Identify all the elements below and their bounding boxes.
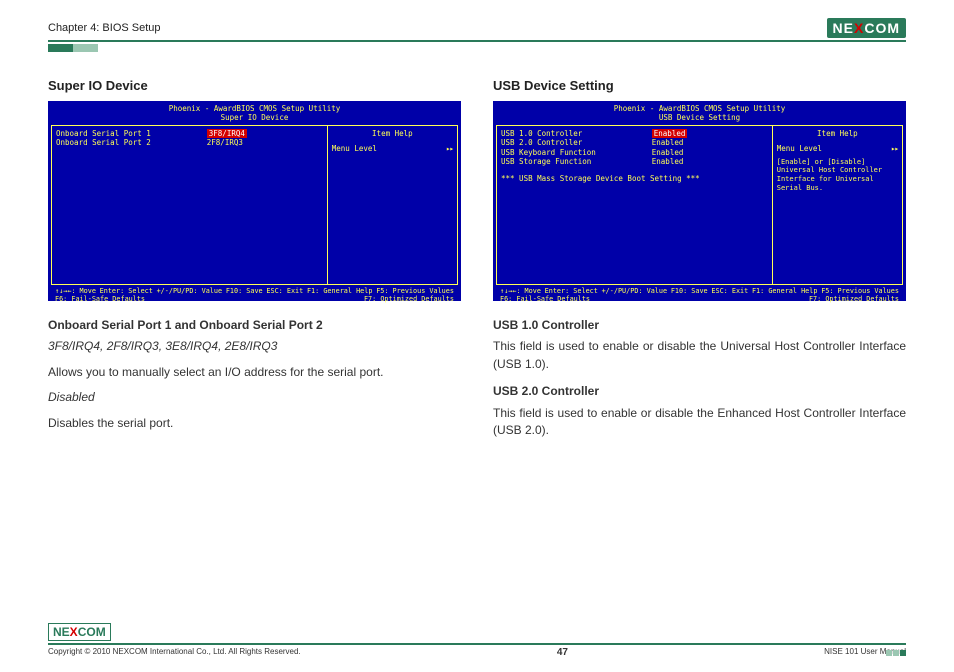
- bios-title-line2: Super IO Device: [51, 113, 458, 122]
- bios-key-hint: F7: Optimized Defaults: [809, 295, 899, 303]
- bios-key-hint: F10: Save: [671, 287, 708, 295]
- left-column: Super IO Device Phoenix - AwardBIOS CMOS…: [48, 78, 461, 447]
- bios-setting-row[interactable]: Onboard Serial Port 13F8/IRQ4: [56, 129, 323, 138]
- item-help-label: Item Help: [332, 129, 453, 138]
- usb-device-heading: USB Device Setting: [493, 78, 906, 93]
- chevron-double-right-icon: ▸▸: [891, 144, 898, 153]
- bios-key-hint: F6: Fail-Safe Defaults: [500, 295, 590, 303]
- bios-inner-frame: USB 1.0 ControllerEnabledUSB 2.0 Control…: [496, 125, 903, 285]
- bios-screen-super-io: Phoenix - AwardBIOS CMOS Setup Utility S…: [48, 101, 461, 301]
- tab-strip-decoration: [48, 44, 98, 52]
- setting-label: USB Storage Function: [501, 157, 652, 166]
- super-io-heading: Super IO Device: [48, 78, 461, 93]
- footer-decoration-icon: [886, 650, 906, 656]
- bios-key-hint: +/-/PU/PD: Value: [602, 287, 667, 295]
- bios-title-line1: Phoenix - AwardBIOS CMOS Setup Utility: [496, 104, 903, 113]
- footer-brand-logo: NEXCOM: [48, 623, 111, 641]
- chevron-double-right-icon: ▸▸: [446, 144, 453, 153]
- bios-settings-pane: Onboard Serial Port 13F8/IRQ4Onboard Ser…: [52, 126, 328, 284]
- brand-logo: NEXCOM: [827, 18, 906, 38]
- bios-key-hint: F1: General Help: [307, 287, 372, 295]
- bios-setting-row[interactable]: USB Storage FunctionEnabled: [501, 157, 768, 166]
- bios-key-hint: ↑↓→←: Move: [55, 287, 96, 295]
- disabled-label: Disabled: [48, 389, 461, 406]
- bios-key-hint: +/-/PU/PD: Value: [157, 287, 222, 295]
- bios-key-hint: ↑↓→←: Move: [500, 287, 541, 295]
- usb1-desc: This field is used to enable or disable …: [493, 338, 906, 373]
- copyright-text: Copyright © 2010 NEXCOM International Co…: [48, 647, 301, 658]
- menu-level-row: Menu Level ▸▸: [777, 144, 898, 153]
- right-body-text: USB 1.0 Controller This field is used to…: [493, 317, 906, 439]
- serial-options-list: 3F8/IRQ4, 2F8/IRQ3, 3E8/IRQ4, 2E8/IRQ3: [48, 338, 461, 355]
- bios-key-hint: Enter: Select: [545, 287, 598, 295]
- bios-setting-row[interactable]: Onboard Serial Port 22F8/IRQ3: [56, 138, 323, 147]
- bios-title-line2: USB Device Setting: [496, 113, 903, 122]
- page-footer: NEXCOM Copyright © 2010 NEXCOM Internati…: [48, 623, 906, 658]
- setting-value[interactable]: Enabled: [652, 129, 768, 138]
- bios-footer-keys: ↑↓→←: Move Enter: Select +/-/PU/PD: Value F…: [51, 285, 458, 304]
- bios-key-hint: F7: Optimized Defaults: [364, 295, 454, 303]
- bios-settings-pane: USB 1.0 ControllerEnabledUSB 2.0 Control…: [497, 126, 773, 284]
- usb-boot-note: *** USB Mass Storage Device Boot Setting…: [501, 174, 768, 183]
- disabled-desc: Disables the serial port.: [48, 415, 461, 432]
- usb2-heading: USB 2.0 Controller: [493, 383, 906, 400]
- bios-screen-usb: Phoenix - AwardBIOS CMOS Setup Utility U…: [493, 101, 906, 301]
- bios-key-hint: ESC: Exit: [266, 287, 303, 295]
- setting-value[interactable]: 3F8/IRQ4: [207, 129, 323, 138]
- setting-label: USB 1.0 Controller: [501, 129, 652, 138]
- chapter-title: Chapter 4: BIOS Setup: [48, 22, 161, 34]
- bios-key-hint: ESC: Exit: [711, 287, 748, 295]
- bios-key-hint: F6: Fail-Safe Defaults: [55, 295, 145, 303]
- bios-key-hint: Enter: Select: [100, 287, 153, 295]
- bios-key-hint: F1: General Help: [752, 287, 817, 295]
- usb1-heading: USB 1.0 Controller: [493, 317, 906, 334]
- setting-label: USB 2.0 Controller: [501, 138, 652, 147]
- bios-setting-row[interactable]: USB 1.0 ControllerEnabled: [501, 129, 768, 138]
- bios-title-line1: Phoenix - AwardBIOS CMOS Setup Utility: [51, 104, 458, 113]
- bios-setting-row[interactable]: USB Keyboard FunctionEnabled: [501, 148, 768, 157]
- content-columns: Super IO Device Phoenix - AwardBIOS CMOS…: [48, 78, 906, 447]
- bios-setting-row[interactable]: USB 2.0 ControllerEnabled: [501, 138, 768, 147]
- usb2-desc: This field is used to enable or disable …: [493, 405, 906, 440]
- setting-value[interactable]: Enabled: [652, 138, 768, 147]
- bios-key-hint: F10: Save: [226, 287, 263, 295]
- help-text: [Enable] or [Disable] Universal Host Con…: [777, 158, 898, 193]
- page-number: 47: [557, 647, 568, 658]
- bios-key-hint: F5: Previous Values: [821, 287, 899, 295]
- setting-value[interactable]: Enabled: [652, 157, 768, 166]
- bios-help-pane: Item Help Menu Level ▸▸: [328, 126, 457, 284]
- onboard-serial-heading: Onboard Serial Port 1 and Onboard Serial…: [48, 317, 461, 334]
- setting-value[interactable]: 2F8/IRQ3: [207, 138, 323, 147]
- bios-key-hint: F5: Previous Values: [376, 287, 454, 295]
- serial-options-desc: Allows you to manually select an I/O add…: [48, 364, 461, 381]
- page-header: Chapter 4: BIOS Setup NEXCOM: [48, 18, 906, 42]
- left-body-text: Onboard Serial Port 1 and Onboard Serial…: [48, 317, 461, 432]
- bios-inner-frame: Onboard Serial Port 13F8/IRQ4Onboard Ser…: [51, 125, 458, 285]
- setting-value[interactable]: Enabled: [652, 148, 768, 157]
- setting-label: USB Keyboard Function: [501, 148, 652, 157]
- item-help-label: Item Help: [777, 129, 898, 138]
- bios-help-pane: Item Help Menu Level ▸▸ [Enable] or [Dis…: [773, 126, 902, 284]
- right-column: USB Device Setting Phoenix - AwardBIOS C…: [493, 78, 906, 447]
- bios-footer-keys: ↑↓→←: Move Enter: Select +/-/PU/PD: Value F…: [496, 285, 903, 304]
- setting-label: Onboard Serial Port 1: [56, 129, 207, 138]
- setting-label: Onboard Serial Port 2: [56, 138, 207, 147]
- menu-level-row: Menu Level ▸▸: [332, 144, 453, 153]
